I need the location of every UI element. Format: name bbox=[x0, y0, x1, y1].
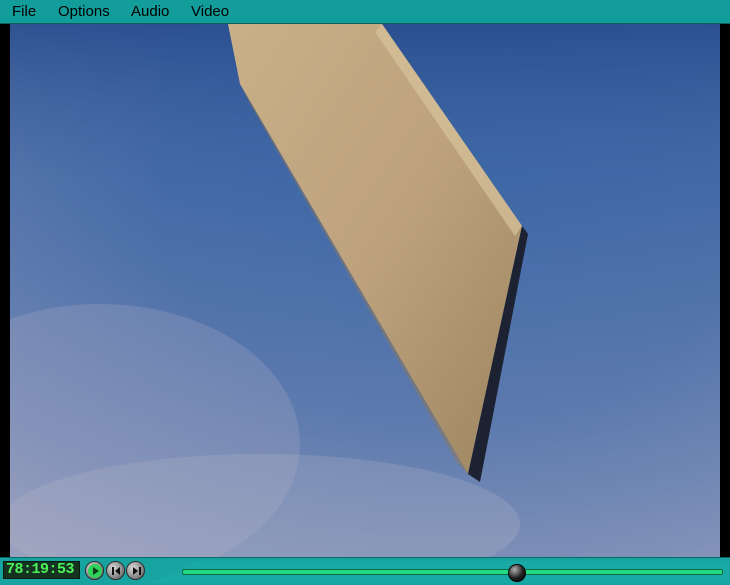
step-forward-icon bbox=[133, 567, 141, 575]
menu-bar: File Options Audio Video bbox=[0, 0, 730, 24]
play-button[interactable] bbox=[85, 561, 104, 580]
play-icon bbox=[88, 564, 102, 578]
timecode-display: 78:19:53 bbox=[3, 561, 80, 579]
step-back-button[interactable] bbox=[106, 561, 125, 580]
video-image bbox=[10, 24, 720, 557]
timecode-text: 78:19:53 bbox=[6, 561, 75, 578]
menu-file[interactable]: File bbox=[12, 3, 36, 21]
menu-options[interactable]: Options bbox=[58, 3, 110, 21]
seek-bar[interactable] bbox=[182, 564, 723, 582]
step-forward-button[interactable] bbox=[126, 561, 145, 580]
menu-audio[interactable]: Audio bbox=[131, 3, 169, 21]
video-frame[interactable] bbox=[0, 24, 730, 557]
step-back-icon bbox=[112, 567, 120, 575]
menu-video[interactable]: Video bbox=[191, 3, 229, 21]
playback-controls: 78:19:53 bbox=[0, 557, 730, 585]
